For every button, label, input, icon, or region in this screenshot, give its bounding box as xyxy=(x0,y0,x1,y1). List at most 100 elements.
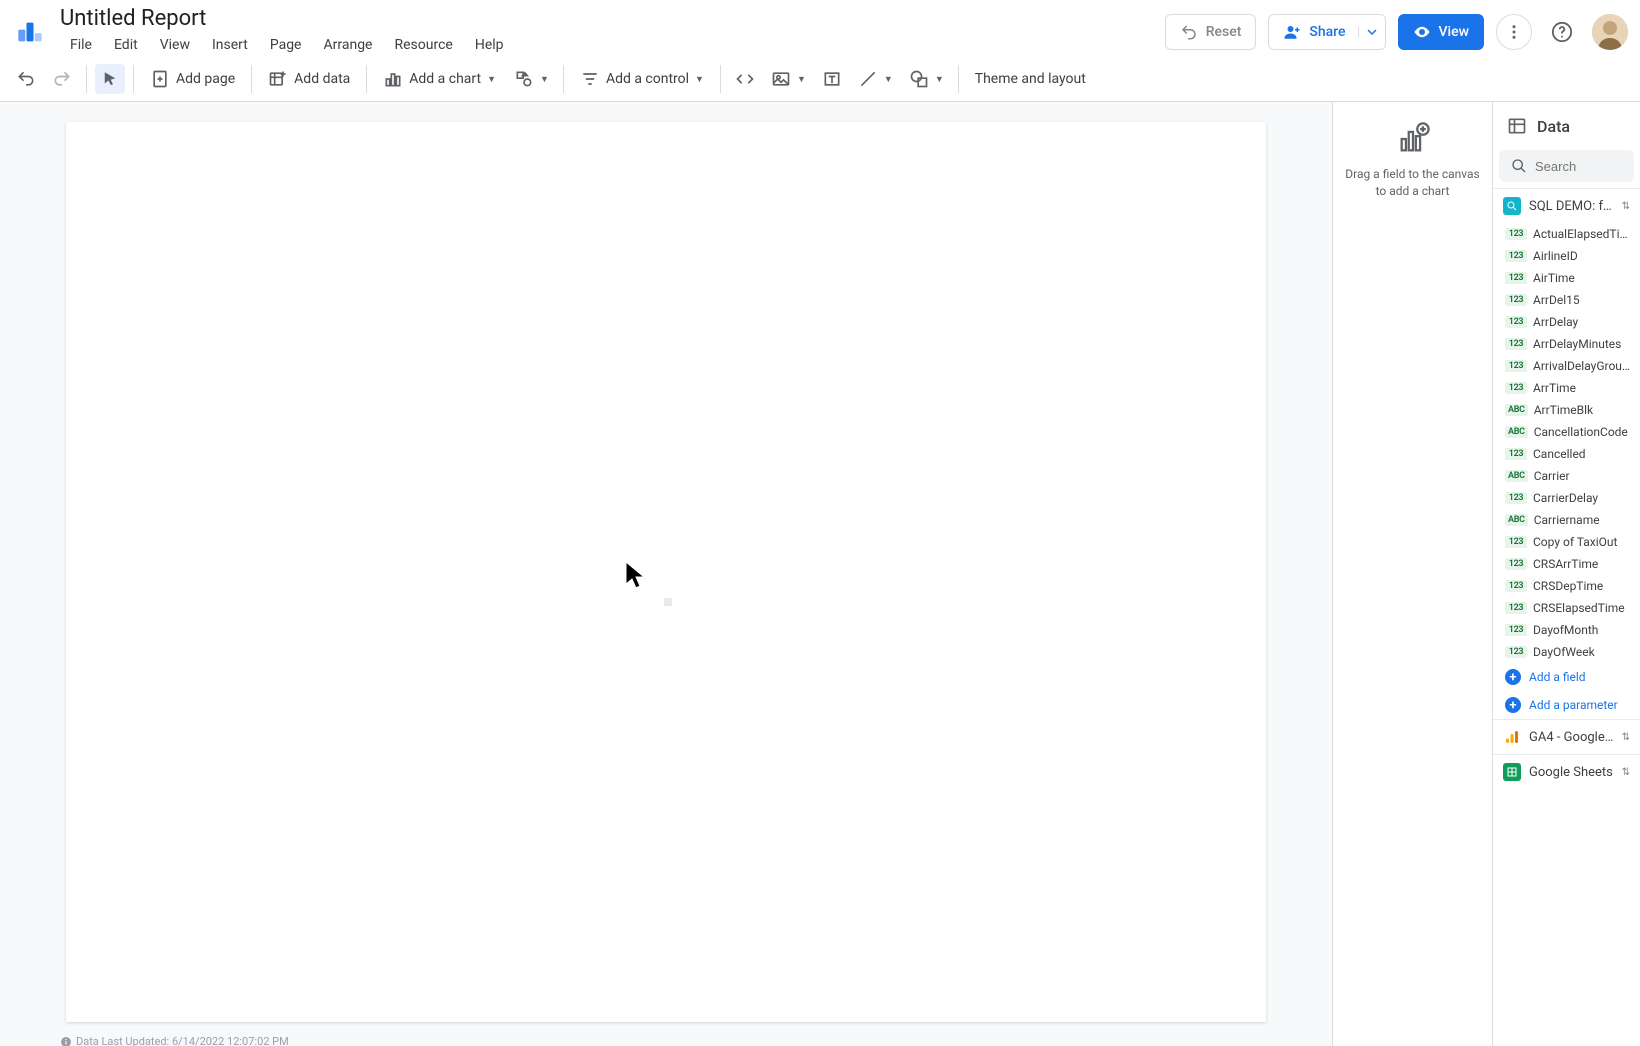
add-field-button[interactable]: + Add a field xyxy=(1493,663,1640,691)
view-label: View xyxy=(1439,24,1470,40)
theme-layout-button[interactable]: Theme and layout xyxy=(967,65,1094,93)
field-item[interactable]: 123AirlineID xyxy=(1493,245,1640,267)
field-item[interactable]: 123ActualElapsedTime xyxy=(1493,223,1640,245)
field-item[interactable]: 123 AirTime xyxy=(1493,267,1640,289)
account-avatar[interactable] xyxy=(1592,14,1628,50)
field-item[interactable]: 123CarrierDelay xyxy=(1493,487,1640,509)
document-title[interactable]: Untitled Report xyxy=(58,6,514,31)
data-source-bigquery[interactable]: SQL DEMO: faa_fli… ⇅ xyxy=(1493,188,1640,223)
url-embed-button[interactable] xyxy=(729,63,761,95)
share-dropdown[interactable] xyxy=(1358,27,1377,37)
chevron-down-icon: ▼ xyxy=(935,74,944,85)
field-item[interactable]: 123CRSDepTime xyxy=(1493,575,1640,597)
add-parameter-button[interactable]: + Add a parameter xyxy=(1493,691,1640,719)
footer-status: Data Last Updated: 6/14/2022 12:07:02 PM xyxy=(46,1031,301,1046)
data-source-sheets[interactable]: Google Sheets ⇅ xyxy=(1493,754,1640,789)
add-chart-button[interactable]: Add a chart ▼ xyxy=(375,63,504,95)
separator xyxy=(86,65,87,93)
field-item[interactable]: ABCCancellationCode xyxy=(1493,421,1640,443)
field-name: AirTime xyxy=(1533,271,1632,285)
data-source-ga4[interactable]: GA4 - Google Merc… ⇅ xyxy=(1493,719,1640,754)
field-search-input[interactable] xyxy=(1535,159,1622,174)
field-item[interactable]: 123ArrDelay xyxy=(1493,311,1640,333)
shapes-icon xyxy=(514,69,534,89)
expand-icon[interactable]: ⇅ xyxy=(1622,201,1630,212)
add-data-button[interactable]: Add data xyxy=(260,63,358,95)
field-type-badge: 123 xyxy=(1505,272,1527,284)
bigquery-icon xyxy=(1503,197,1521,215)
expand-icon[interactable]: ⇅ xyxy=(1622,767,1630,778)
separator xyxy=(366,65,367,93)
menu-arrange[interactable]: Arrange xyxy=(314,33,383,57)
field-name: ArrDelay xyxy=(1533,315,1632,329)
field-item[interactable]: 123DayofMonth xyxy=(1493,619,1640,641)
separator xyxy=(720,65,721,93)
plus-icon: + xyxy=(1505,669,1521,685)
field-name: Cancelled xyxy=(1533,447,1632,461)
undo-icon xyxy=(16,69,36,89)
field-item[interactable]: 123ArrTime xyxy=(1493,377,1640,399)
field-item[interactable]: 123ArrDel15 xyxy=(1493,289,1640,311)
more-options-button[interactable] xyxy=(1496,14,1532,50)
selection-tool[interactable] xyxy=(95,64,125,94)
field-type-badge: 123 xyxy=(1505,580,1527,592)
field-item[interactable]: 123Copy of TaxiOut xyxy=(1493,531,1640,553)
expand-icon[interactable]: ⇅ xyxy=(1622,732,1630,743)
more-vert-icon xyxy=(1505,23,1523,41)
help-button[interactable] xyxy=(1544,14,1580,50)
image-button[interactable]: ▼ xyxy=(765,63,812,95)
chevron-down-icon: ▼ xyxy=(487,74,496,85)
field-name: Carrier xyxy=(1534,469,1632,483)
field-type-badge: 123 xyxy=(1505,558,1527,570)
cursor-icon xyxy=(624,560,648,590)
field-item[interactable]: 123Cancelled xyxy=(1493,443,1640,465)
field-item[interactable]: ABCArrTimeBlk xyxy=(1493,399,1640,421)
field-name: CRSElapsedTime xyxy=(1533,601,1632,615)
field-item[interactable]: ABCCarriername xyxy=(1493,509,1640,531)
add-chart-label: Add a chart xyxy=(409,71,481,87)
redo-button[interactable] xyxy=(46,63,78,95)
menu-insert[interactable]: Insert xyxy=(202,33,258,57)
text-button[interactable] xyxy=(816,63,848,95)
line-icon xyxy=(858,69,878,89)
shape-button[interactable]: ▼ xyxy=(903,63,950,95)
menu-help[interactable]: Help xyxy=(465,33,514,57)
field-item[interactable]: ABCCarrier xyxy=(1493,465,1640,487)
field-item[interactable]: 123ArrivalDelayGroups xyxy=(1493,355,1640,377)
field-name: Copy of TaxiOut xyxy=(1533,535,1632,549)
menu-view[interactable]: View xyxy=(150,33,200,57)
separator xyxy=(563,65,564,93)
field-item[interactable]: 123CRSArrTime xyxy=(1493,553,1640,575)
field-item[interactable]: 123DayOfWeek xyxy=(1493,641,1640,663)
image-icon xyxy=(771,69,791,89)
search-icon xyxy=(1511,158,1527,174)
view-button[interactable]: View xyxy=(1398,14,1485,50)
data-panel-title: Data xyxy=(1537,117,1570,136)
add-control-button[interactable]: Add a control ▼ xyxy=(572,63,712,95)
undo-button[interactable] xyxy=(10,63,42,95)
menu-resource[interactable]: Resource xyxy=(384,33,462,57)
data-source-label: Google Sheets xyxy=(1529,765,1614,780)
data-panel: Data SQL DEMO: faa_fli… ⇅ 123ActualElaps… xyxy=(1492,102,1640,1046)
menu-edit[interactable]: Edit xyxy=(104,33,148,57)
report-canvas[interactable] xyxy=(66,122,1266,1022)
community-visualizations-button[interactable]: ▼ xyxy=(508,63,555,95)
field-search[interactable] xyxy=(1499,150,1634,182)
field-item[interactable]: 123ArrDelayMinutes xyxy=(1493,333,1640,355)
person-plus-icon xyxy=(1283,23,1301,41)
field-item[interactable]: 123CRSElapsedTime xyxy=(1493,597,1640,619)
field-name: ActualElapsedTime xyxy=(1533,227,1632,241)
share-button[interactable]: Share xyxy=(1268,14,1385,50)
reset-button[interactable]: Reset xyxy=(1165,14,1257,50)
undo-arrow-icon xyxy=(1180,23,1198,41)
help-icon xyxy=(1551,21,1573,43)
menu-bar: File Edit View Insert Page Arrange Resou… xyxy=(58,31,514,57)
field-name: AirlineID xyxy=(1533,249,1632,263)
app-logo[interactable] xyxy=(12,14,48,50)
menu-file[interactable]: File xyxy=(60,33,102,57)
add-page-button[interactable]: Add page xyxy=(142,63,243,95)
menu-page[interactable]: Page xyxy=(260,33,312,57)
line-button[interactable]: ▼ xyxy=(852,63,899,95)
eye-icon xyxy=(1413,23,1431,41)
field-type-badge: 123 xyxy=(1505,338,1527,350)
